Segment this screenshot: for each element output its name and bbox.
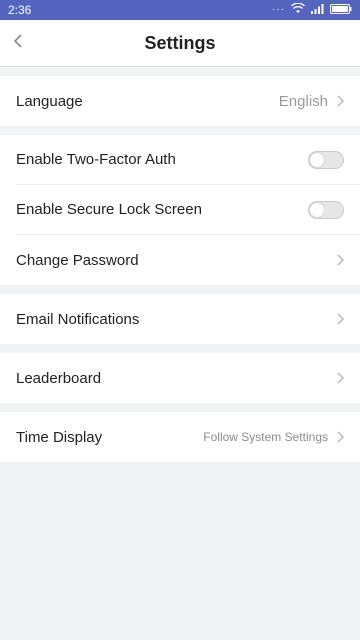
section-divider: [0, 403, 360, 412]
secure-lock-row: Enable Secure Lock Screen: [16, 185, 360, 235]
toggle-knob: [310, 202, 324, 217]
time-display-group: Time Display Follow System Settings: [0, 412, 360, 462]
chevron-right-icon: [336, 254, 344, 266]
secure-lock-label: Enable Secure Lock Screen: [16, 201, 202, 218]
page-title: Settings: [144, 32, 216, 53]
time-display-value: Follow System Settings: [203, 430, 328, 444]
section-divider: [0, 344, 360, 353]
language-group: Language English: [0, 76, 360, 126]
chevron-right-icon: [336, 95, 344, 107]
security-group: Enable Two-Factor Auth Enable Secure Loc…: [0, 135, 360, 285]
chevron-right-icon: [336, 372, 344, 384]
back-button[interactable]: [12, 20, 24, 66]
two-factor-toggle[interactable]: [308, 150, 344, 169]
language-label: Language: [16, 92, 83, 110]
two-factor-label: Enable Two-Factor Auth: [16, 151, 176, 168]
status-icons: ···: [272, 2, 352, 17]
leaderboard-group: Leaderboard: [0, 353, 360, 403]
leaderboard-label: Leaderboard: [16, 369, 102, 387]
chevron-left-icon: [12, 33, 24, 54]
language-row[interactable]: Language English: [16, 76, 360, 126]
email-notifications-label: Email Notifications: [16, 310, 140, 328]
battery-icon: [330, 3, 352, 17]
status-bar: 2:36 ···: [0, 0, 360, 20]
time-display-label: Time Display: [16, 428, 103, 446]
wifi-icon: [290, 2, 306, 17]
section-divider: [0, 67, 360, 76]
chevron-right-icon: [336, 431, 344, 443]
email-notifications-row[interactable]: Email Notifications: [16, 294, 360, 344]
change-password-label: Change Password: [16, 251, 139, 269]
section-divider: [0, 285, 360, 294]
two-factor-row: Enable Two-Factor Auth: [16, 135, 360, 185]
change-password-row[interactable]: Change Password: [16, 235, 360, 285]
chevron-right-icon: [336, 313, 344, 325]
status-time: 2:36: [8, 3, 32, 17]
email-group: Email Notifications: [0, 294, 360, 344]
language-right: English: [279, 93, 344, 110]
toggle-knob: [310, 152, 324, 167]
time-display-right: Follow System Settings: [203, 430, 344, 444]
section-divider: [0, 126, 360, 135]
signal-icon: [311, 3, 324, 17]
more-dots-icon: ···: [272, 4, 285, 15]
time-display-row[interactable]: Time Display Follow System Settings: [16, 412, 360, 462]
leaderboard-row[interactable]: Leaderboard: [16, 353, 360, 403]
language-value: English: [278, 92, 328, 110]
app-header: Settings: [0, 20, 360, 67]
secure-lock-toggle[interactable]: [308, 200, 344, 219]
